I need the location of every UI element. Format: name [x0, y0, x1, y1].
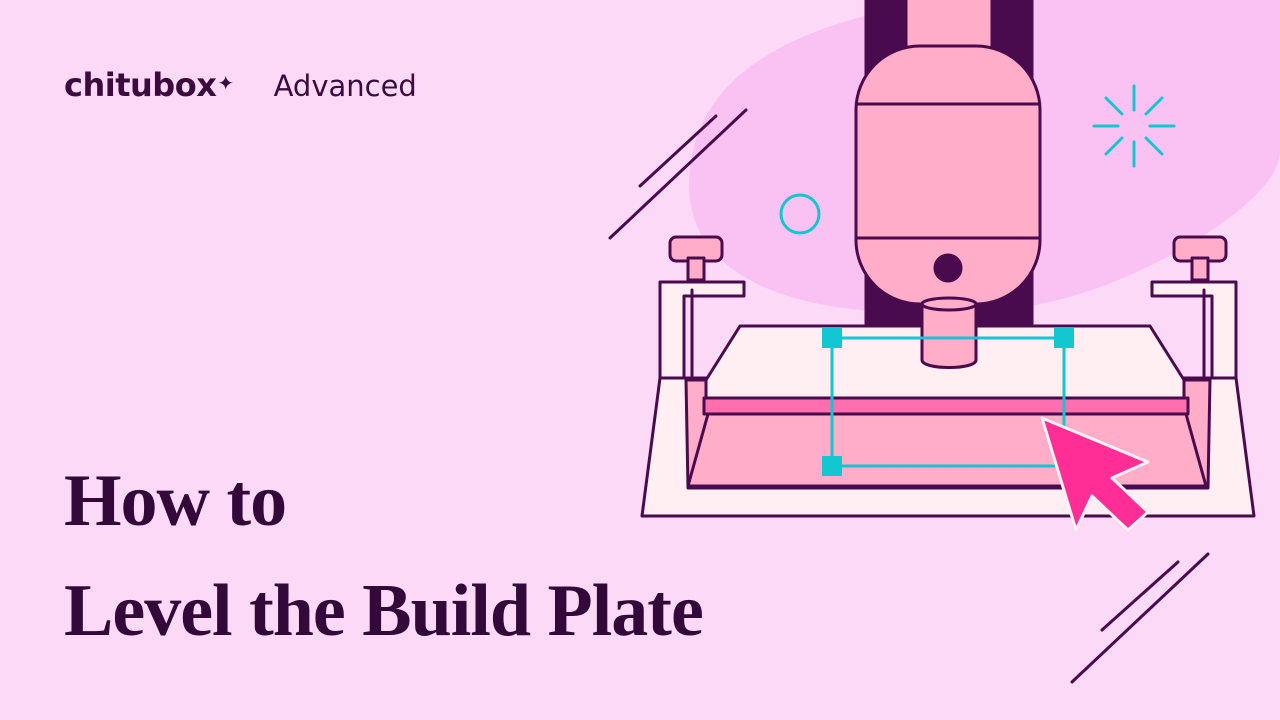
cyan-ring — [779, 193, 821, 235]
shaft — [920, 296, 978, 369]
print-head — [854, 44, 1042, 306]
handle-bottom-left — [822, 456, 842, 476]
deco-lines-top — [608, 108, 748, 240]
sparkle-icon — [1092, 84, 1176, 168]
printer-illustration — [608, 0, 1256, 684]
handle-top-left — [822, 328, 842, 348]
deco-lines-bottom — [1070, 552, 1210, 684]
handle-top-right — [1054, 328, 1074, 348]
